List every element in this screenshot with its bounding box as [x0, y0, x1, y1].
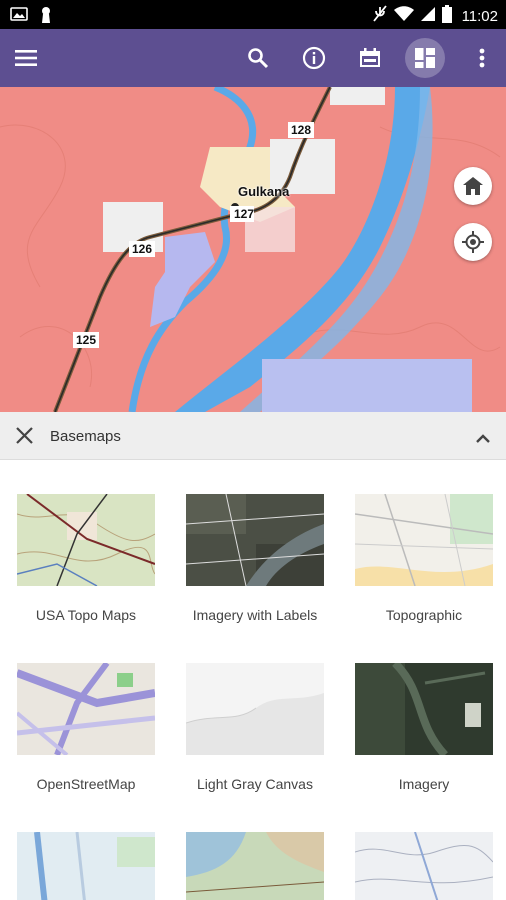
road-marker: 127: [234, 207, 255, 221]
basemap-label: USA Topo Maps: [35, 607, 137, 623]
basemap-thumbnail: [186, 494, 324, 586]
home-button[interactable]: [454, 167, 492, 205]
basemap-thumbnail: [355, 494, 493, 586]
wifi-icon: [393, 6, 414, 27]
basemap-thumbnail: [17, 832, 155, 900]
basemap-tile[interactable]: [186, 832, 324, 900]
more-vert-icon[interactable]: [464, 40, 500, 76]
close-icon[interactable]: [16, 427, 33, 449]
keyhole-notification-icon: [40, 6, 52, 29]
basemap-tile[interactable]: OpenStreetMap: [17, 663, 155, 792]
map-place-label: Gulkana: [238, 184, 290, 199]
status-time: 11:02: [461, 8, 498, 25]
hamburger-menu-icon[interactable]: [8, 40, 44, 76]
basemap-gallery-icon[interactable]: [405, 38, 445, 78]
info-icon[interactable]: [296, 40, 332, 76]
search-icon[interactable]: [240, 40, 276, 76]
mute-icon: [372, 5, 388, 28]
basemap-label: OpenStreetMap: [36, 776, 136, 792]
basemap-label: Topographic: [385, 607, 463, 623]
signal-icon: [420, 6, 436, 27]
panel-title: Basemaps: [50, 428, 121, 445]
map-view[interactable]: Gulkana 128 127 126 125: [0, 87, 506, 412]
road-marker: 125: [76, 333, 97, 347]
basemap-label: Imagery with Labels: [192, 607, 318, 623]
basemap-gallery: USA Topo Maps Imagery with Labels Topogr…: [0, 460, 506, 900]
my-location-button[interactable]: [454, 223, 492, 261]
home-icon: [463, 177, 483, 195]
basemap-tile[interactable]: [355, 832, 493, 900]
basemap-label: Light Gray Canvas: [197, 776, 313, 792]
basemap-label: Imagery: [398, 776, 450, 792]
basemap-tile[interactable]: Imagery: [355, 663, 493, 792]
status-bar: 11:02: [0, 0, 506, 29]
image-notification-icon: [10, 6, 28, 29]
basemaps-panel-header: Basemaps: [0, 412, 506, 460]
basemap-tile[interactable]: Light Gray Canvas: [186, 663, 324, 792]
app-bar: [0, 29, 506, 87]
basemap-thumbnail: [355, 663, 493, 755]
basemap-thumbnail: [355, 832, 493, 900]
basemap-tile[interactable]: Topographic: [355, 494, 493, 623]
road-marker: 128: [291, 123, 312, 137]
map-bookmarks-icon[interactable]: [352, 40, 388, 76]
basemap-tile[interactable]: USA Topo Maps: [17, 494, 155, 623]
road-marker: 126: [132, 242, 153, 256]
basemap-thumbnail: [186, 832, 324, 900]
battery-icon: [441, 5, 452, 28]
basemap-tile[interactable]: [17, 832, 155, 900]
my-location-icon: [462, 231, 484, 253]
basemap-thumbnail: [186, 663, 324, 755]
basemap-tile[interactable]: Imagery with Labels: [186, 494, 324, 623]
basemap-thumbnail: [17, 663, 155, 755]
basemap-thumbnail: [17, 494, 155, 586]
chevron-up-icon[interactable]: [476, 430, 490, 448]
